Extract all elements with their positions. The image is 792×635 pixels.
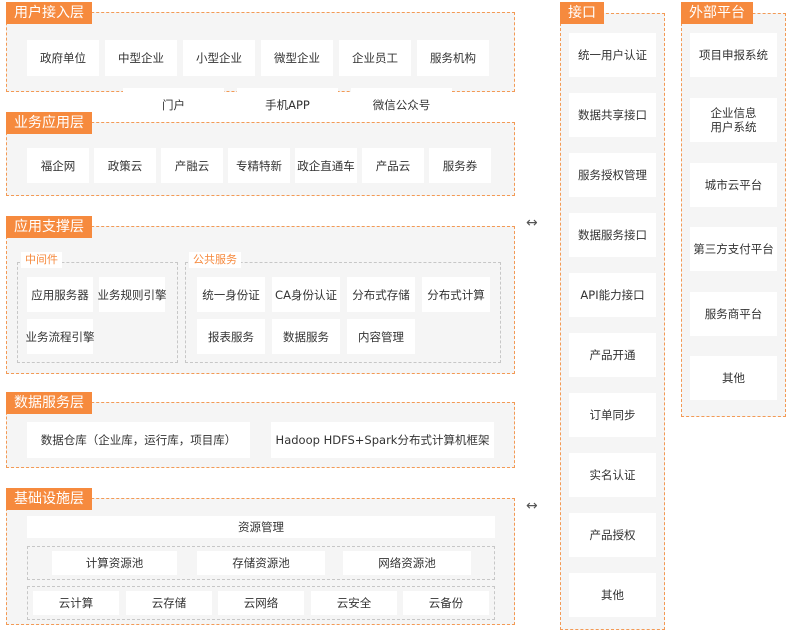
cloud-item: 云计算 [33, 591, 119, 615]
middleware-item: 业务流程引擎 [26, 319, 95, 354]
interface-item: API能力接口 [569, 273, 656, 317]
external-platform-title: 外部平台 [681, 2, 753, 24]
external-item: 城市云平台 [690, 163, 777, 207]
business-app-layer-title: 业务应用层 [6, 112, 92, 134]
user-access-item: 企业员工 [339, 40, 411, 76]
public-service-item: CA身份认证 [272, 277, 340, 312]
bidirectional-arrow-icon: ↔ [526, 215, 538, 231]
external-item: 第三方支付平台 [690, 227, 777, 271]
user-access-item: 中型企业 [105, 40, 177, 76]
public-service-item: 内容管理 [347, 319, 415, 354]
resource-management: 资源管理 [27, 516, 495, 538]
user-access-item: 服务机构 [417, 40, 489, 76]
app-support-layer-title: 应用支撑层 [6, 216, 92, 238]
interface-item: 服务授权管理 [569, 153, 656, 197]
cloud-item: 云备份 [403, 591, 489, 615]
external-item: 项目申报系统 [690, 33, 777, 77]
external-item: 企业信息 用户系统 [690, 98, 777, 142]
public-service-item: 分布式计算 [422, 277, 490, 312]
interface-item: 实名认证 [569, 453, 656, 497]
interface-item: 订单同步 [569, 393, 656, 437]
infrastructure-layer-title: 基础设施层 [6, 488, 92, 510]
business-app-item: 政企直通车 [295, 148, 357, 183]
user-access-layer-title: 用户接入层 [6, 2, 92, 24]
interface-item: 数据服务接口 [569, 213, 656, 257]
interface-item: 产品开通 [569, 333, 656, 377]
data-service-item: Hadoop HDFS+Spark分布式计算机框架 [271, 422, 494, 458]
data-service-item: 数据仓库（企业库，运行库，项目库） [27, 422, 250, 458]
business-app-item: 福企网 [27, 148, 89, 183]
interface-item: 数据共享接口 [569, 93, 656, 137]
interface-item: 其他 [569, 573, 656, 617]
middleware-item: 应用服务器 [27, 277, 93, 312]
interface-item: 统一用户认证 [569, 33, 656, 77]
external-item: 服务商平台 [690, 292, 777, 336]
resource-pool-item: 网络资源池 [343, 551, 471, 575]
user-access-item: 小型企业 [183, 40, 255, 76]
cloud-item: 云安全 [311, 591, 397, 615]
interface-item: 产品授权 [569, 513, 656, 557]
bidirectional-arrow-icon: ↔ [526, 498, 538, 514]
resource-pool-item: 存储资源池 [197, 551, 325, 575]
business-app-item: 专精特新 [228, 148, 290, 183]
interface-title: 接口 [560, 2, 604, 24]
data-service-layer-title: 数据服务层 [6, 392, 92, 414]
public-services-title: 公共服务 [189, 252, 241, 268]
resource-pool-item: 计算资源池 [52, 551, 177, 575]
public-service-item: 报表服务 [197, 319, 265, 354]
cloud-item: 云存储 [126, 591, 212, 615]
cloud-item: 云网络 [218, 591, 304, 615]
public-service-item: 统一身份证 [197, 277, 265, 312]
public-service-item: 分布式存储 [347, 277, 415, 312]
public-service-item: 数据服务 [272, 319, 340, 354]
business-app-item: 政策云 [94, 148, 156, 183]
business-app-item: 服务券 [429, 148, 491, 183]
business-app-item: 产品云 [362, 148, 424, 183]
middleware-item: 业务规则引擎 [98, 277, 167, 312]
business-app-item: 产融云 [161, 148, 223, 183]
external-item: 其他 [690, 356, 777, 400]
user-access-item: 微型企业 [261, 40, 333, 76]
user-access-item: 政府单位 [27, 40, 99, 76]
middleware-title: 中间件 [21, 252, 62, 268]
